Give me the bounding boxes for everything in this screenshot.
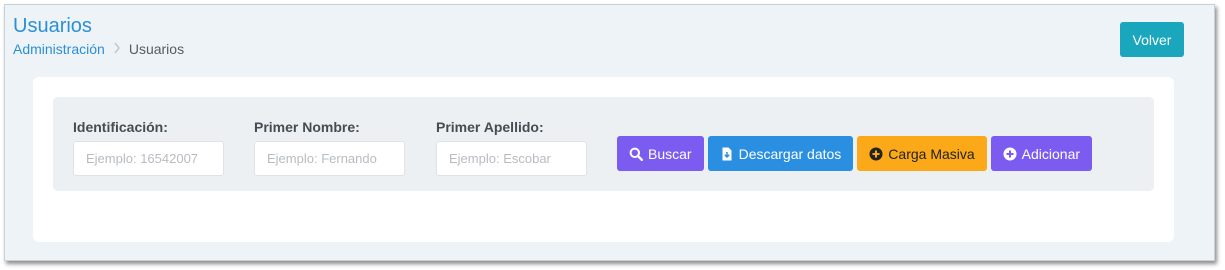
page-title: Usuarios [13, 15, 92, 37]
chevron-right-icon [113, 42, 121, 57]
primer-apellido-label: Primer Apellido: [436, 119, 544, 135]
identificacion-field-group: Identificación: [73, 119, 225, 176]
download-data-button[interactable]: Descargar datos [707, 136, 854, 171]
add-button-label: Adicionar [1021, 145, 1081, 162]
bulk-upload-label: Carga Masiva [888, 145, 975, 162]
breadcrumb-link-administracion[interactable]: Administración [13, 41, 105, 57]
page-frame: Usuarios Administración Usuarios Volver … [4, 4, 1215, 261]
search-icon [629, 147, 643, 161]
identificacion-input[interactable] [73, 141, 224, 176]
action-buttons: Buscar Descargar datos Carga Masiva Adic… [617, 136, 1093, 171]
search-button-label: Buscar [648, 145, 692, 162]
plus-circle-icon [1003, 147, 1017, 161]
bulk-upload-button[interactable]: Carga Masiva [857, 136, 987, 171]
back-button[interactable]: Volver [1120, 22, 1184, 57]
download-data-label: Descargar datos [738, 145, 842, 162]
primer-nombre-input[interactable] [254, 141, 405, 176]
breadcrumb: Administración Usuarios [13, 41, 184, 57]
breadcrumb-current: Usuarios [128, 41, 185, 57]
primer-apellido-field-group: Primer Apellido: [436, 119, 588, 176]
primer-apellido-input[interactable] [436, 141, 587, 176]
add-button[interactable]: Adicionar [990, 136, 1093, 171]
search-button[interactable]: Buscar [617, 136, 704, 171]
identificacion-label: Identificación: [73, 119, 168, 135]
primer-nombre-label: Primer Nombre: [254, 119, 360, 135]
primer-nombre-field-group: Primer Nombre: [254, 119, 406, 176]
plus-circle-icon [869, 147, 883, 161]
file-download-icon [720, 147, 734, 161]
filter-card: Identificación: Primer Nombre: Primer Ap… [33, 77, 1174, 242]
filter-bar: Identificación: Primer Nombre: Primer Ap… [53, 97, 1154, 191]
